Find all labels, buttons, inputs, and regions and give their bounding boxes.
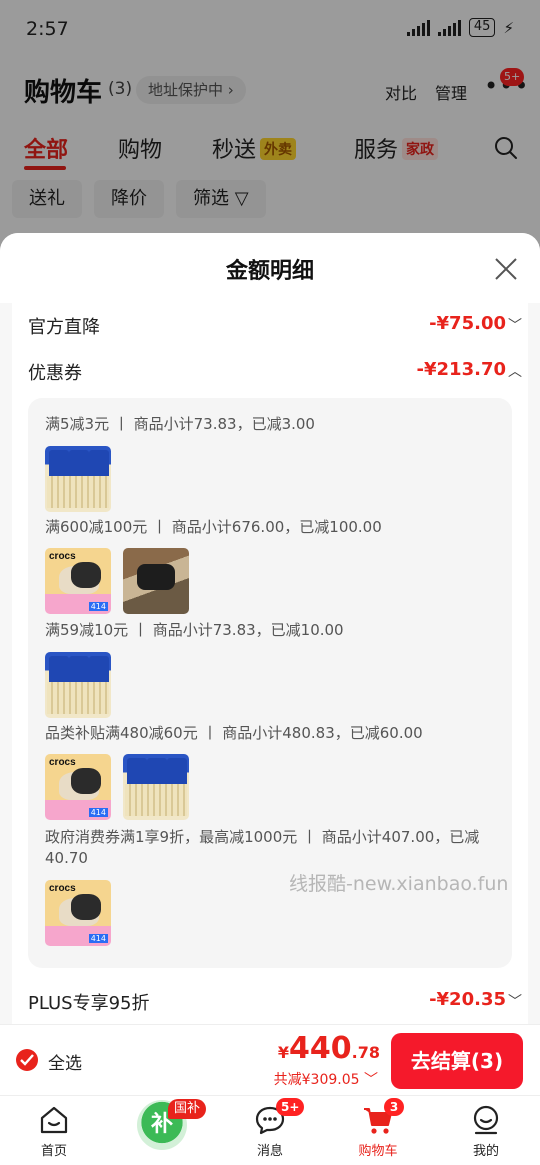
product-thumb-snack[interactable] <box>45 652 111 718</box>
total-price: ¥440.78 <box>278 1031 380 1066</box>
chevron-up-icon: ︿ <box>508 364 522 380</box>
coupon-detail-3: 满59减10元 丨 商品小计73.83，已减10.00 <box>45 621 344 639</box>
coupon-amount: -¥213.70 <box>416 359 506 380</box>
tab-profile[interactable]: 我的 <box>432 1096 540 1165</box>
checkout-button[interactable]: 去结算(3) <box>391 1033 523 1089</box>
total-saved[interactable]: 共减¥309.05 ﹀ <box>274 1069 378 1089</box>
select-all-checkbox[interactable] <box>16 1049 38 1071</box>
tab-home[interactable]: 首页 <box>0 1096 108 1165</box>
sheet-body: 官方直降 -¥75.00 ﹀ 优惠券 -¥213.70 ︿ 满5减3元 丨 商品… <box>12 303 528 1025</box>
tab-cart-label: 购物车 <box>358 1144 398 1159</box>
checkout-bar: 全选 ¥440.78 共减¥309.05 ﹀ 去结算(3) <box>0 1024 540 1095</box>
tab-subsidy[interactable]: 补 国补 <box>108 1096 216 1165</box>
currency-symbol: ¥ <box>277 1043 290 1062</box>
chevron-down-icon: ﹀ <box>508 994 522 1010</box>
checkmark-icon <box>20 1054 34 1066</box>
plus-discount-label: PLUS专享95折 <box>28 993 150 1014</box>
total-price-integer: 440 <box>289 1031 352 1066</box>
product-thumb-crocs[interactable]: crocs 414 <box>45 548 111 614</box>
official-discount-label: 官方直降 <box>28 317 100 338</box>
tab-cart[interactable]: 3 购物车 <box>324 1096 432 1165</box>
sheet-header: 金额明细 <box>0 233 540 303</box>
plus-discount-row[interactable]: PLUS专享95折 -¥20.35 ﹀ <box>12 983 528 1019</box>
chevron-down-icon: ﹀ <box>364 1072 378 1088</box>
tab-messages[interactable]: 5+ 消息 <box>216 1096 324 1165</box>
watermark-text: 线报酷-new.xianbao.fun <box>289 873 509 895</box>
messages-badge: 5+ <box>276 1098 305 1116</box>
tab-messages-label: 消息 <box>256 1144 283 1159</box>
bottom-tab-bar: 首页 补 国补 5+ 消息 3 购物车 我的 <box>0 1095 540 1165</box>
tab-profile-label: 我的 <box>472 1144 499 1159</box>
chevron-down-icon: ﹀ <box>508 318 522 334</box>
subsidy-tag: 国补 <box>168 1099 207 1119</box>
plus-discount-amount: -¥20.35 <box>429 989 506 1010</box>
product-thumb-crocs[interactable]: crocs 414 <box>45 880 111 946</box>
coupon-row[interactable]: 优惠券 -¥213.70 ︿ <box>12 353 528 389</box>
product-thumb-slipper-photo[interactable] <box>123 548 189 614</box>
product-thumb-snack[interactable] <box>45 446 111 512</box>
sheet-title: 金额明细 <box>225 259 314 284</box>
home-icon <box>40 1106 68 1134</box>
select-all-label[interactable]: 全选 <box>48 1049 82 1074</box>
coupon-detail-5: 政府消费券满1享9折，最高减1000元 丨 商品小计407.00，已减40.70 <box>45 828 480 867</box>
total-price-decimal: .78 <box>351 1043 380 1062</box>
total-saved-label: 共减¥309.05 <box>273 1072 360 1088</box>
close-icon[interactable] <box>492 255 520 283</box>
official-discount-amount: -¥75.00 <box>429 313 506 334</box>
coupon-label: 优惠券 <box>28 363 82 384</box>
coupon-detail-2: 满600减100元 丨 商品小计676.00，已减100.00 <box>45 518 382 536</box>
profile-icon <box>473 1105 499 1135</box>
tab-home-label: 首页 <box>40 1144 67 1159</box>
coupon-detail-1: 满5减3元 丨 商品小计73.83，已减3.00 <box>45 415 315 433</box>
cart-badge: 3 <box>384 1098 404 1116</box>
product-thumb-snack[interactable] <box>123 754 189 820</box>
product-thumb-crocs[interactable]: crocs 414 <box>45 754 111 820</box>
official-discount-row[interactable]: 官方直降 -¥75.00 ﹀ <box>12 307 528 343</box>
coupon-detail-4: 品类补贴满480减60元 丨 商品小计480.83，已减60.00 <box>45 724 423 742</box>
